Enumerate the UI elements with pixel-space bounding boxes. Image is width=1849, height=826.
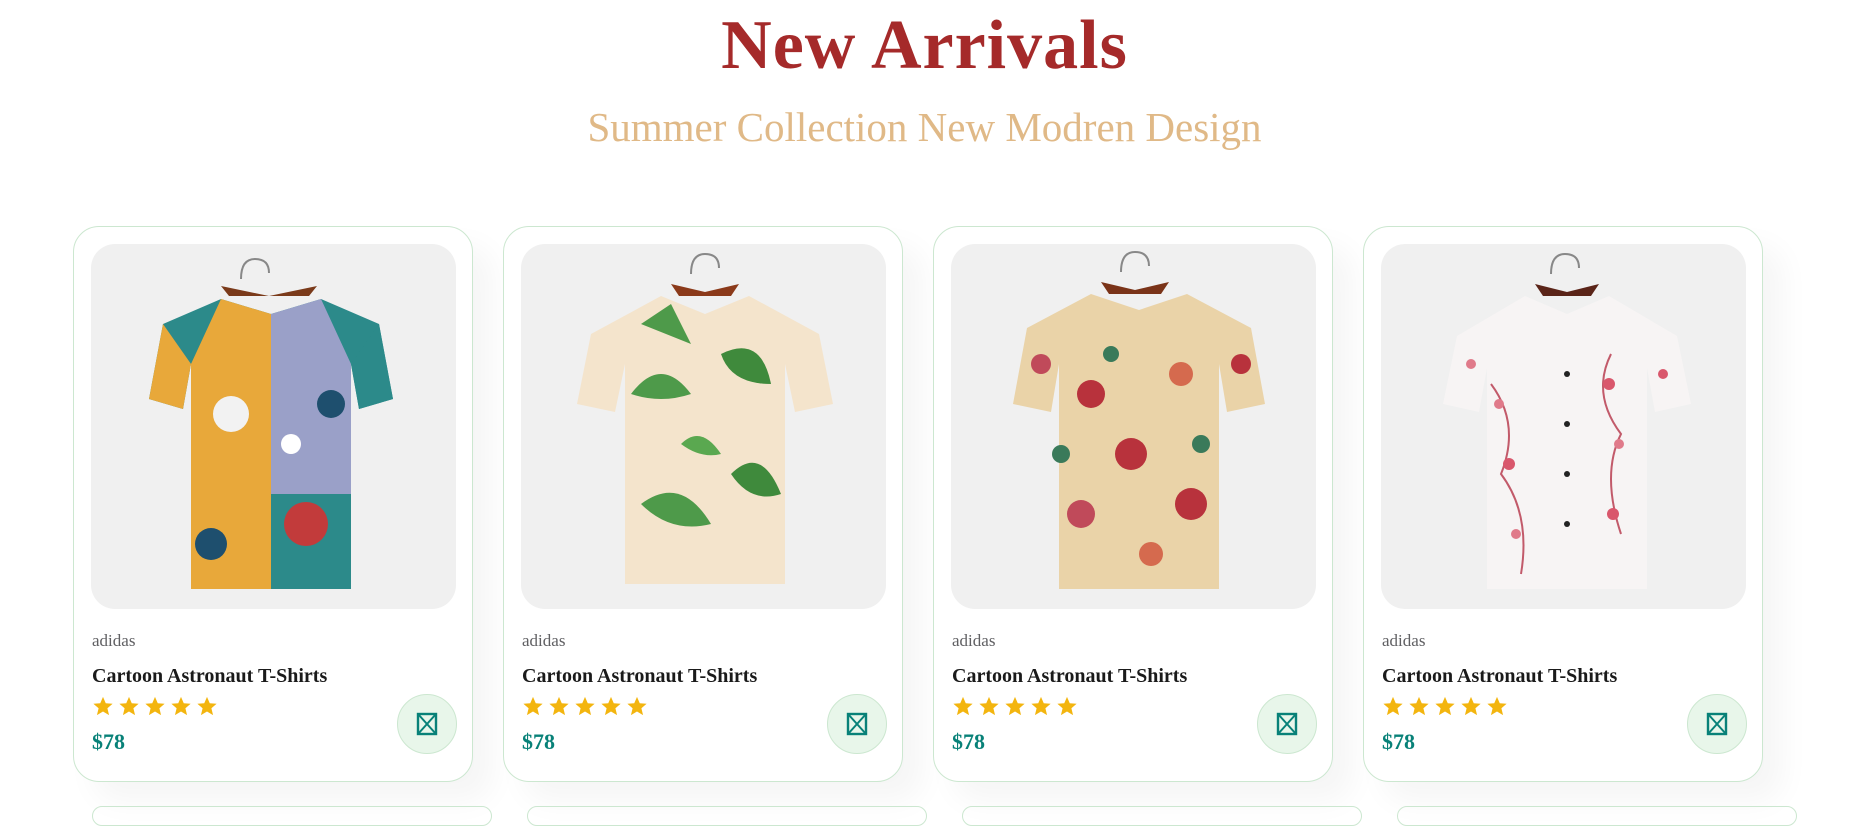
star-icon	[549, 696, 569, 716]
product-name[interactable]: Cartoon Astronaut T-Shirts	[952, 665, 1187, 688]
star-icon	[1383, 696, 1403, 716]
star-rating	[952, 695, 1078, 717]
product-card[interactable]: adidas Cartoon Astronaut T-Shirts $78	[73, 226, 473, 782]
star-icon	[1005, 696, 1025, 716]
star-icon	[979, 696, 999, 716]
star-icon	[145, 696, 165, 716]
add-to-cart-button[interactable]	[827, 694, 887, 754]
star-icon	[197, 696, 217, 716]
product-card[interactable]: adidas Cartoon Astronaut T-Shirts $78	[933, 226, 1333, 782]
star-icon	[1031, 696, 1051, 716]
add-to-cart-button[interactable]	[1687, 694, 1747, 754]
star-icon	[171, 696, 191, 716]
product-brand: adidas	[92, 631, 136, 650]
product-brand: adidas	[522, 631, 566, 650]
star-icon	[93, 696, 113, 716]
product-grid: adidas Cartoon Astronaut T-Shirts $78 ad…	[73, 226, 1763, 782]
star-icon	[1435, 696, 1455, 716]
next-row-card	[1397, 806, 1797, 826]
cart-icon	[416, 712, 438, 736]
section-header: New Arrivals Summer Collection New Modre…	[0, 0, 1849, 150]
star-rating	[1382, 695, 1508, 717]
cart-icon	[1706, 712, 1728, 736]
product-brand: adidas	[1382, 631, 1426, 650]
star-rating	[522, 695, 648, 717]
product-card[interactable]: adidas Cartoon Astronaut T-Shirts $78	[1363, 226, 1763, 782]
section-title: New Arrivals	[721, 7, 1128, 84]
star-icon	[627, 696, 647, 716]
star-icon	[1461, 696, 1481, 716]
product-price: $78	[92, 729, 125, 754]
next-row-card	[92, 806, 492, 826]
star-icon	[953, 696, 973, 716]
star-icon	[1487, 696, 1507, 716]
green-leaf-print-shirt	[577, 252, 833, 584]
star-icon	[601, 696, 621, 716]
next-row-card	[962, 806, 1362, 826]
product-image[interactable]	[91, 244, 456, 609]
product-image[interactable]	[521, 244, 886, 609]
star-rating	[92, 695, 218, 717]
star-icon	[523, 696, 543, 716]
product-image[interactable]	[951, 244, 1316, 609]
star-icon	[1057, 696, 1077, 716]
product-brand: adidas	[952, 631, 996, 650]
cart-icon	[1276, 712, 1298, 736]
product-price: $78	[1382, 729, 1415, 754]
floral-rose-print-shirt	[1013, 250, 1265, 589]
product-price: $78	[952, 729, 985, 754]
product-name[interactable]: Cartoon Astronaut T-Shirts	[92, 665, 327, 688]
cart-icon	[846, 712, 868, 736]
product-name[interactable]: Cartoon Astronaut T-Shirts	[522, 665, 757, 688]
pink-blossom-print-shirt	[1443, 252, 1691, 589]
star-icon	[1409, 696, 1429, 716]
product-name[interactable]: Cartoon Astronaut T-Shirts	[1382, 665, 1617, 688]
add-to-cart-button[interactable]	[397, 694, 457, 754]
multicolor-abstract-print-shirt	[149, 257, 393, 589]
star-icon	[119, 696, 139, 716]
product-card[interactable]: adidas Cartoon Astronaut T-Shirts $78	[503, 226, 903, 782]
next-row-card	[527, 806, 927, 826]
star-icon	[575, 696, 595, 716]
section-subtitle: Summer Collection New Modren Design	[587, 104, 1262, 150]
add-to-cart-button[interactable]	[1257, 694, 1317, 754]
product-price: $78	[522, 729, 555, 754]
product-image[interactable]	[1381, 244, 1746, 609]
